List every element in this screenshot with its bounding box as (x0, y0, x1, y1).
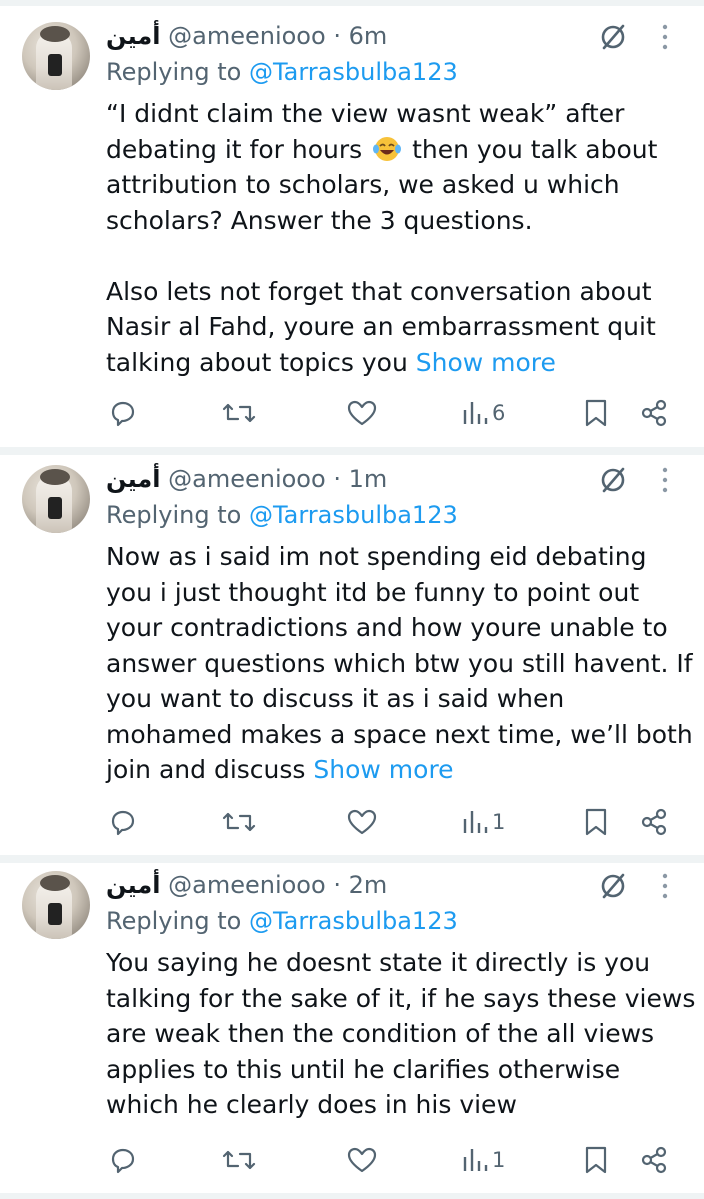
mention-link[interactable]: @Tarrasbulba123 (249, 58, 458, 86)
retweet-button[interactable] (222, 1143, 256, 1177)
reply-icon (111, 401, 135, 427)
share-icon (641, 808, 667, 836)
share-icon (641, 1146, 667, 1174)
views-button[interactable]: 6 (462, 396, 505, 430)
replying-to: Replying to @Tarrasbulba123 (106, 501, 458, 529)
grok-icon[interactable] (598, 22, 628, 52)
avatar[interactable] (22, 465, 90, 533)
like-icon (347, 1147, 377, 1173)
reply-button[interactable] (108, 396, 138, 430)
share-button[interactable] (640, 396, 668, 430)
retweet-icon (222, 1150, 256, 1170)
timestamp[interactable]: · 1m (333, 465, 387, 493)
tweet-text: You saying he doesnt state it directly i… (106, 945, 696, 1123)
like-button[interactable] (346, 805, 378, 839)
mention-link[interactable]: @Tarrasbulba123 (249, 907, 458, 935)
tweet-header: أمين @ameeniooo · 6m (106, 22, 387, 50)
views-icon (463, 1149, 488, 1171)
like-icon (347, 809, 377, 835)
reply-button[interactable] (108, 805, 138, 839)
laughing-emoji-icon (373, 136, 402, 161)
tweet[interactable]: أمين @ameeniooo · 2m Replying to @Tarras… (0, 863, 704, 1199)
action-bar: 1 (0, 805, 704, 839)
display-name[interactable]: أمين (106, 465, 160, 493)
share-icon (641, 399, 667, 427)
tweet[interactable]: أمين @ameeniooo · 6m Replying to @Tarras… (0, 0, 704, 448)
reply-feed: أمين @ameeniooo · 6m Replying to @Tarras… (0, 0, 704, 1199)
like-button[interactable] (346, 396, 378, 430)
share-button[interactable] (640, 805, 668, 839)
view-count: 1 (492, 1148, 506, 1172)
reply-icon (111, 810, 135, 836)
views-icon (463, 811, 488, 833)
replying-label: Replying to (106, 907, 242, 935)
view-count: 6 (492, 401, 506, 425)
tweet-divider (0, 447, 704, 455)
display-name[interactable]: أمين (106, 22, 160, 50)
more-icon[interactable] (660, 22, 670, 52)
timestamp[interactable]: · 6m (333, 22, 387, 50)
reply-button[interactable] (108, 1143, 138, 1177)
views-icon (463, 402, 488, 424)
tweet[interactable]: أمين @ameeniooo · 1m Replying to @Tarras… (0, 455, 704, 855)
views-button[interactable]: 1 (462, 1143, 505, 1177)
bookmark-button[interactable] (584, 805, 608, 839)
avatar[interactable] (22, 871, 90, 939)
share-button[interactable] (640, 1143, 668, 1177)
user-handle[interactable]: @ameeniooo (168, 22, 326, 50)
like-button[interactable] (346, 1143, 378, 1177)
replying-label: Replying to (106, 501, 242, 529)
retweet-button[interactable] (222, 805, 256, 839)
tweet-text: “I didnt claim the view wasnt weak” afte… (106, 96, 696, 380)
more-icon[interactable] (660, 465, 670, 495)
avatar[interactable] (22, 22, 90, 90)
like-icon (347, 400, 377, 426)
tweet-text-part: Also lets not forget that conversation a… (106, 276, 656, 377)
tweet-text-part: Now as i said im not spending eid debati… (106, 542, 693, 784)
user-handle[interactable]: @ameeniooo (168, 465, 326, 493)
replying-to: Replying to @Tarrasbulba123 (106, 907, 458, 935)
tweet-text-part: You saying he doesnt state it directly i… (106, 948, 696, 1119)
show-more-link[interactable]: Show more (313, 755, 453, 784)
more-icon[interactable] (660, 871, 670, 901)
retweet-icon (222, 403, 256, 423)
tweet-header: أمين @ameeniooo · 2m (106, 871, 387, 899)
mention-link[interactable]: @Tarrasbulba123 (249, 501, 458, 529)
retweet-icon (222, 812, 256, 832)
user-handle[interactable]: @ameeniooo (168, 871, 326, 899)
show-more-link[interactable]: Show more (416, 348, 556, 377)
action-bar: 6 (0, 396, 704, 430)
bookmark-button[interactable] (584, 1143, 608, 1177)
tweet-header: أمين @ameeniooo · 1m (106, 465, 387, 493)
grok-icon[interactable] (598, 871, 628, 901)
view-count: 1 (492, 810, 506, 834)
bookmark-icon (585, 1146, 607, 1174)
action-bar: 1 (0, 1143, 704, 1177)
tweet-divider (0, 855, 704, 863)
tweet-text: Now as i said im not spending eid debati… (106, 539, 696, 788)
timestamp[interactable]: · 2m (333, 871, 387, 899)
bookmark-icon (585, 808, 607, 836)
replying-label: Replying to (106, 58, 242, 86)
views-button[interactable]: 1 (462, 805, 505, 839)
bookmark-icon (585, 399, 607, 427)
reply-icon (111, 1148, 135, 1174)
grok-icon[interactable] (598, 465, 628, 495)
retweet-button[interactable] (222, 396, 256, 430)
replying-to: Replying to @Tarrasbulba123 (106, 58, 458, 86)
bookmark-button[interactable] (584, 396, 608, 430)
tweet-divider (0, 1193, 704, 1199)
display-name[interactable]: أمين (106, 871, 160, 899)
